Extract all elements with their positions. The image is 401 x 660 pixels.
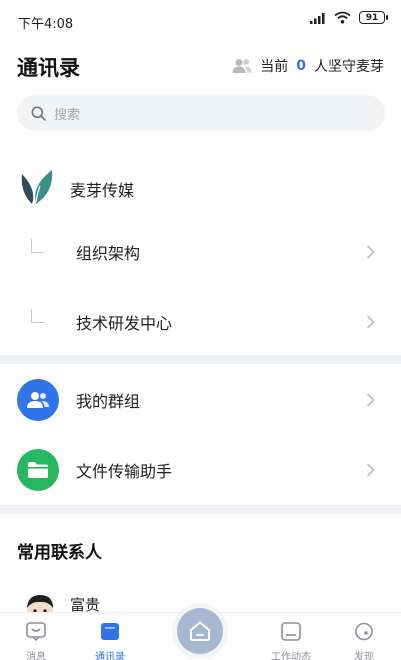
people-icon [232, 59, 252, 73]
status-icons: 91 [310, 11, 388, 24]
tab-label: 发现 [354, 652, 374, 660]
home-icon [190, 621, 210, 641]
tool-label: 我的群组 [76, 392, 141, 411]
tree-branch-icon [31, 239, 44, 253]
online-indicator: 当前 0 人坚守麦芽 [232, 56, 384, 76]
department-row-org-structure[interactable]: 组织架构 [0, 222, 401, 282]
section-divider [0, 355, 401, 364]
work-feed-icon [281, 622, 301, 641]
tab-work-feed[interactable]: 工作动态 [251, 613, 331, 660]
chevron-right-icon [366, 393, 375, 407]
online-prefix: 当前 [260, 59, 289, 75]
tab-label: 消息 [26, 652, 46, 660]
status-bar: 下午4:08 91 [0, 0, 401, 40]
tool-label: 文件传输助手 [76, 462, 173, 481]
page-title: 通讯录 [17, 56, 80, 80]
message-icon [26, 622, 46, 641]
search-placeholder: 搜索 [54, 107, 81, 123]
tab-contacts[interactable]: 通讯录 [70, 613, 150, 660]
chevron-right-icon [366, 245, 375, 259]
department-label: 技术研发中心 [76, 314, 173, 333]
my-groups-row[interactable]: 我的群组 [0, 370, 401, 430]
wifi-icon [334, 11, 351, 24]
discover-icon [355, 622, 373, 641]
chevron-right-icon [366, 315, 375, 329]
organization-header[interactable]: 麦芽传媒 [0, 160, 401, 214]
folder-icon [17, 449, 59, 491]
status-time: 下午4:08 [18, 17, 74, 32]
file-transfer-row[interactable]: 文件传输助手 [0, 440, 401, 500]
tab-label: 工作动态 [271, 652, 311, 660]
department-label: 组织架构 [76, 244, 141, 263]
group-icon [17, 379, 59, 421]
online-count: 0 [296, 58, 306, 74]
chevron-right-icon [366, 463, 375, 477]
search-input[interactable]: 搜索 [17, 95, 385, 131]
header: 通讯录 当前 0 人坚守麦芽 [0, 44, 401, 88]
tree-branch-icon [31, 309, 44, 323]
organization-name: 麦芽传媒 [70, 181, 135, 200]
contacts-icon [101, 623, 119, 640]
online-suffix: 人坚守麦芽 [314, 59, 384, 75]
search-icon [31, 106, 46, 121]
tab-label: 通讯录 [95, 652, 125, 660]
battery-icon: 91 [359, 11, 388, 24]
department-row-rd-center[interactable]: 技术研发中心 [0, 292, 401, 352]
tab-messages[interactable]: 消息 [0, 613, 76, 660]
signal-icon [310, 12, 325, 24]
section-divider [0, 505, 401, 514]
company-logo-icon [21, 170, 53, 204]
home-button[interactable] [177, 608, 223, 654]
section-title: 常用联系人 [17, 543, 102, 563]
tab-discover[interactable]: 发现 [324, 613, 401, 660]
